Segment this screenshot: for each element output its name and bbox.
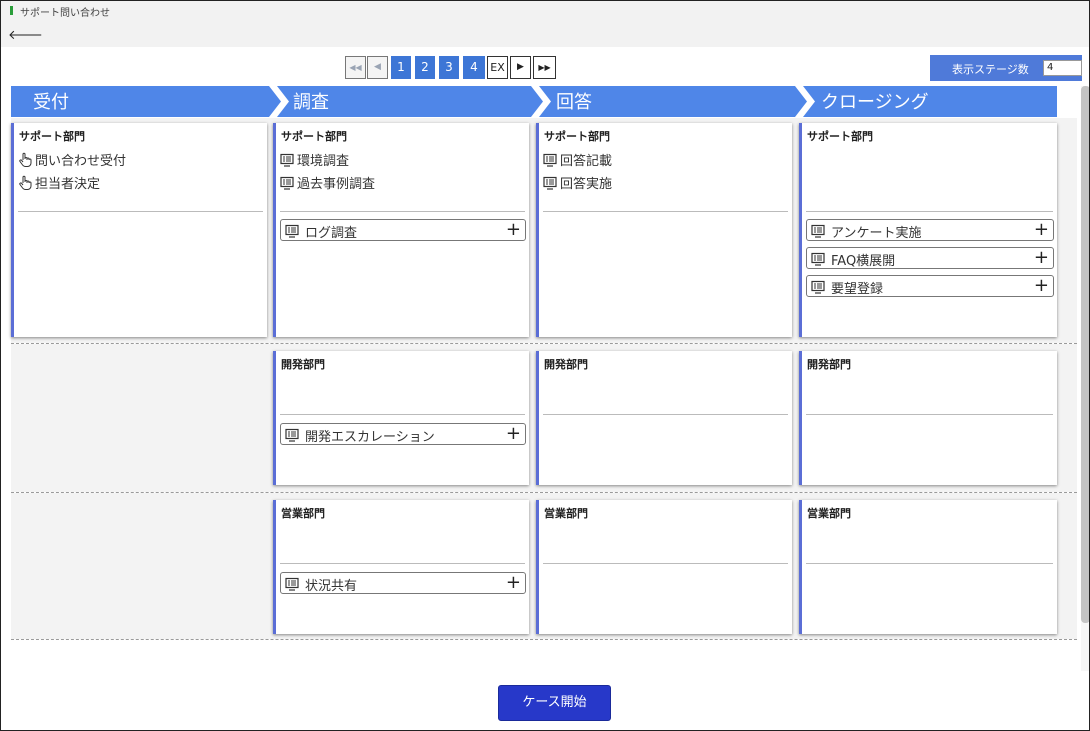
- department-label: サポート部門: [544, 130, 610, 143]
- stage-card: サポート部門 環境調査 過去事例調査 ログ調査 +: [273, 123, 529, 337]
- screen-icon: [280, 153, 294, 171]
- next-page-button[interactable]: ▶: [510, 56, 531, 79]
- optional-activity-label: アンケート実施: [831, 226, 922, 241]
- stage-label-investigation: 調査: [293, 92, 329, 113]
- stage-header: 受付 調査 回答 クロージング: [11, 86, 1057, 117]
- last-page-button[interactable]: ▶▶: [533, 56, 556, 79]
- activity-item[interactable]: 担当者決定: [18, 173, 100, 194]
- stage-card: 開発部門: [536, 351, 792, 485]
- department-label: 営業部門: [544, 507, 588, 520]
- activity-label: 回答実施: [560, 177, 613, 192]
- page-1-button[interactable]: 1: [391, 56, 411, 79]
- card-divider: [806, 211, 1053, 212]
- back-arrow-icon[interactable]: 🡐: [8, 27, 43, 43]
- prev-page-button[interactable]: ◀: [367, 56, 388, 79]
- department-label: 開発部門: [807, 358, 851, 371]
- screen-icon: [280, 176, 294, 194]
- activity-label: 環境調査: [297, 154, 350, 169]
- card-divider: [280, 211, 525, 212]
- first-page-button[interactable]: ◀◀: [345, 56, 366, 79]
- nav-bar: 🡐: [1, 27, 1089, 47]
- optional-activity[interactable]: 要望登録 +: [806, 275, 1054, 297]
- add-icon[interactable]: +: [506, 219, 521, 240]
- department-label: サポート部門: [281, 130, 347, 143]
- screen-icon: [285, 224, 299, 242]
- activity-item[interactable]: 回答記載: [543, 150, 612, 171]
- screen-icon: [543, 153, 557, 171]
- department-label: サポート部門: [19, 130, 85, 143]
- screen-icon: [285, 428, 299, 446]
- department-label: 営業部門: [281, 507, 325, 520]
- stage-card: 営業部門: [536, 500, 792, 634]
- activity-item[interactable]: 問い合わせ受付: [18, 150, 126, 171]
- stage-count-input[interactable]: 4: [1043, 60, 1082, 76]
- card-divider: [543, 414, 788, 415]
- card-divider: [806, 563, 1053, 564]
- optional-activity-label: 状況共有: [305, 579, 358, 594]
- stage-card: サポート部門 アンケート実施 + FAQ横展開 + 要望登録 +: [799, 123, 1057, 337]
- hand-pointer-icon: [18, 152, 32, 171]
- optional-activity[interactable]: 状況共有 +: [280, 572, 526, 594]
- add-icon[interactable]: +: [1034, 275, 1049, 296]
- activity-label: 担当者決定: [35, 177, 101, 192]
- lane-separator: [11, 639, 1077, 640]
- page-2-button[interactable]: 2: [415, 56, 435, 79]
- status-marker-icon: [10, 6, 13, 15]
- optional-activity-label: 要望登録: [831, 282, 884, 297]
- card-divider: [18, 211, 263, 212]
- stage-card: サポート部門 回答記載 回答実施: [536, 123, 792, 337]
- department-label: サポート部門: [807, 130, 873, 143]
- optional-activity[interactable]: 開発エスカレーション +: [280, 423, 526, 445]
- start-case-button[interactable]: ケース開始: [498, 685, 611, 721]
- department-label: 営業部門: [807, 507, 851, 520]
- screen-icon: [811, 224, 825, 242]
- department-label: 開発部門: [544, 358, 588, 371]
- screen-icon: [285, 577, 299, 595]
- stage-label-reception: 受付: [33, 92, 69, 113]
- activity-item[interactable]: 環境調査: [280, 150, 349, 171]
- stage-card: 営業部門 状況共有 +: [273, 500, 529, 634]
- screen-icon: [811, 280, 825, 298]
- stage-count-control: 表示ステージ数 4: [930, 55, 1082, 81]
- card-divider: [543, 563, 788, 564]
- stage-label-answer: 回答: [556, 92, 592, 113]
- activity-item[interactable]: 回答実施: [543, 173, 612, 194]
- hand-pointer-icon: [18, 175, 32, 194]
- add-icon[interactable]: +: [506, 423, 521, 444]
- screen-icon: [811, 252, 825, 270]
- scrollbar-thumb[interactable]: [1081, 86, 1089, 623]
- add-icon[interactable]: +: [506, 572, 521, 593]
- add-icon[interactable]: +: [1034, 247, 1049, 268]
- page-4-button[interactable]: 4: [463, 56, 485, 79]
- ex-page-button[interactable]: EX: [487, 56, 508, 79]
- optional-activity-label: ログ調査: [305, 226, 358, 241]
- stage-card: 開発部門 開発エスカレーション +: [273, 351, 529, 485]
- activity-label: 問い合わせ受付: [35, 154, 127, 169]
- app-frame: サポート問い合わせ 🡐 ◀◀ ◀ 1 2 3 4 EX ▶ ▶▶ 表示ステージ数…: [0, 0, 1090, 731]
- card-divider: [280, 414, 525, 415]
- stage-card: 開発部門: [799, 351, 1057, 485]
- optional-activity[interactable]: ログ調査 +: [280, 219, 526, 241]
- stage-card: サポート部門 問い合わせ受付 担当者決定: [11, 123, 267, 337]
- activity-label: 回答記載: [560, 154, 613, 169]
- page-3-button[interactable]: 3: [439, 56, 459, 79]
- window-title: サポート問い合わせ: [20, 8, 110, 19]
- card-divider: [543, 211, 788, 212]
- screen-icon: [543, 176, 557, 194]
- stage-card: 営業部門: [799, 500, 1057, 634]
- card-divider: [280, 563, 525, 564]
- stage-count-label: 表示ステージ数: [952, 63, 1029, 76]
- optional-activity[interactable]: FAQ横展開 +: [806, 247, 1054, 269]
- optional-activity-label: FAQ横展開: [831, 254, 896, 269]
- add-icon[interactable]: +: [1034, 219, 1049, 240]
- stage-label-closing: クロージング: [821, 92, 929, 113]
- optional-activity-label: 開発エスカレーション: [305, 430, 435, 445]
- department-label: 開発部門: [281, 358, 325, 371]
- title-bar: サポート問い合わせ: [1, 1, 1089, 27]
- activity-label: 過去事例調査: [297, 177, 376, 192]
- activity-item[interactable]: 過去事例調査: [280, 173, 375, 194]
- card-divider: [806, 414, 1053, 415]
- optional-activity[interactable]: アンケート実施 +: [806, 219, 1054, 241]
